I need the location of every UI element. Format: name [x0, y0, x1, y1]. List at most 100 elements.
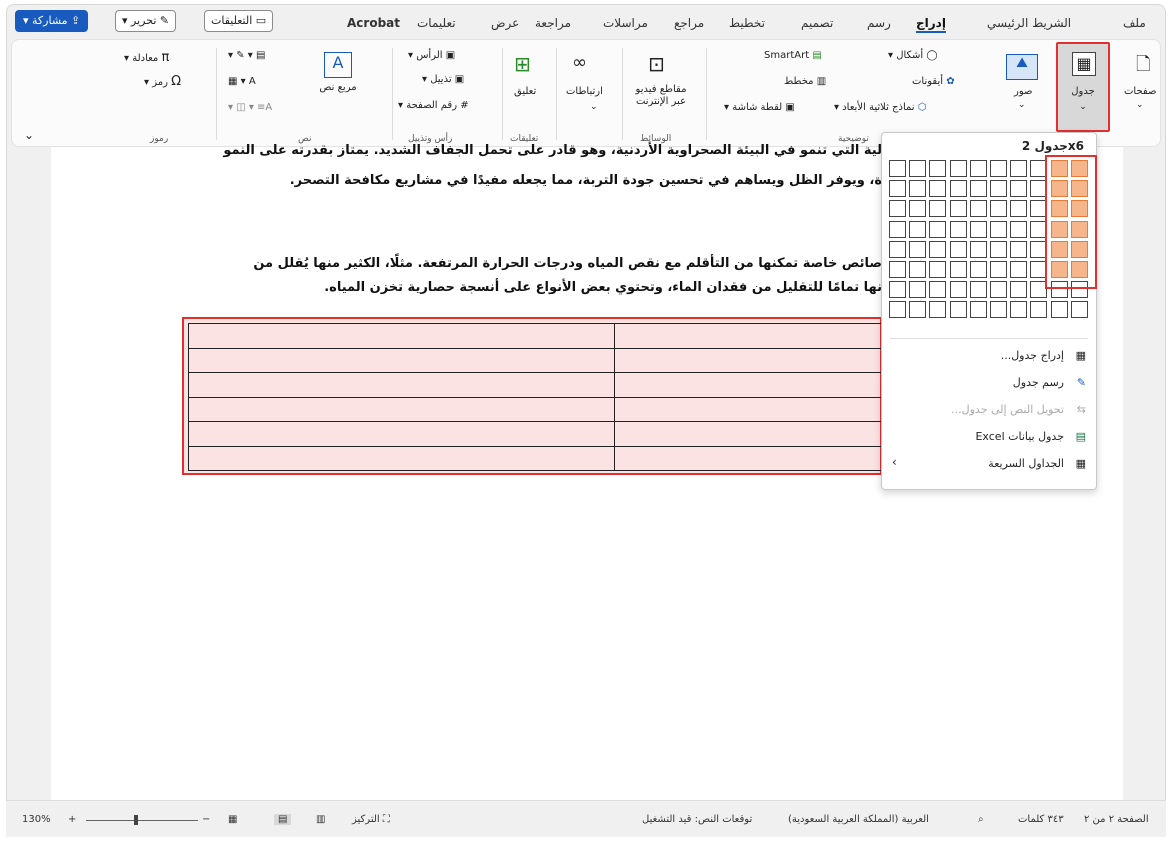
equation-button[interactable]: ▾ معادلة π — [124, 50, 169, 65]
grid-cell[interactable] — [949, 180, 967, 198]
tab-draw[interactable]: رسم — [867, 16, 891, 30]
grid-cell[interactable] — [969, 301, 987, 319]
grid-cell[interactable] — [990, 281, 1007, 299]
links-button[interactable]: ارتباطات — [566, 86, 603, 97]
grid-cell[interactable] — [990, 301, 1007, 319]
grid-cell[interactable] — [889, 220, 906, 238]
text-predictions[interactable]: توقعات النص: قيد التشغيل — [642, 814, 752, 825]
zoom-in-button[interactable]: + — [68, 814, 76, 825]
grid-cell[interactable] — [929, 301, 947, 319]
grid-cell[interactable] — [969, 281, 987, 299]
grid-cell[interactable] — [889, 301, 906, 319]
grid-cell[interactable] — [929, 281, 947, 299]
grid-cell[interactable] — [909, 160, 927, 177]
grid-cell[interactable] — [929, 180, 947, 198]
grid-cell[interactable] — [929, 240, 947, 258]
grid-cell[interactable] — [969, 261, 987, 278]
comment-button[interactable]: تعليق — [514, 86, 536, 97]
tab-references[interactable]: مراجع — [674, 16, 704, 30]
collapse-ribbon-icon[interactable]: ⌄ — [24, 128, 34, 142]
online-video-button[interactable]: مقاطع فيديو عبر الإنترنت — [628, 84, 694, 108]
grid-cell[interactable] — [990, 160, 1007, 177]
grid-cell[interactable] — [889, 281, 906, 299]
grid-cell[interactable] — [929, 220, 947, 238]
grid-cell[interactable] — [990, 220, 1007, 238]
editing-button[interactable]: ▾ تحرير ✎ — [115, 10, 177, 32]
picture-icon[interactable]: ⛰ — [1006, 54, 1038, 80]
excel-table-item[interactable]: ▤ جدول بيانات Excel — [975, 430, 1086, 443]
grid-cell[interactable] — [909, 180, 927, 198]
word-count[interactable]: ٣٤٣ كلمات — [1018, 814, 1064, 825]
grid-cell[interactable] — [990, 180, 1007, 198]
tab-mailings[interactable]: مراسلات — [603, 16, 648, 30]
tab-acrobat[interactable]: Acrobat — [347, 16, 400, 30]
grid-cell[interactable] — [969, 240, 987, 258]
grid-cell[interactable] — [1050, 301, 1068, 319]
grid-cell[interactable] — [969, 220, 987, 238]
grid-cell[interactable] — [969, 200, 987, 218]
grid-cell[interactable] — [990, 200, 1007, 218]
grid-cell[interactable] — [949, 160, 967, 177]
grid-cell[interactable] — [909, 301, 927, 319]
header-button[interactable]: ▾ الرأس ▣ — [408, 50, 455, 61]
grid-cell[interactable] — [1070, 301, 1088, 319]
grid-cell[interactable] — [949, 240, 967, 258]
footer-button[interactable]: ▾ تذييل ▣ — [422, 74, 464, 85]
quick-tables-item[interactable]: ▦ الجداول السريعة — [988, 457, 1086, 470]
smartart-button[interactable]: SmartArt ▤ — [764, 50, 822, 61]
tab-insert[interactable]: إدراج — [916, 16, 946, 33]
video-icon[interactable]: ⊡ — [648, 52, 665, 76]
tab-home[interactable]: الشريط الرئيسي — [987, 16, 1071, 30]
dropcap-button[interactable]: ▾ ◫ ▾ ≡A — [228, 102, 272, 113]
tab-file[interactable]: ملف — [1123, 16, 1146, 30]
focus-button[interactable]: التركيز ⛶ — [352, 814, 390, 825]
grid-cell[interactable] — [889, 180, 906, 198]
grid-cell[interactable] — [949, 281, 967, 299]
grid-cell[interactable] — [1010, 240, 1028, 258]
tab-design[interactable]: تصميم — [801, 16, 833, 30]
grid-cell[interactable] — [929, 160, 947, 177]
symbol-button[interactable]: ▾ رمز Ω — [144, 74, 181, 89]
grid-cell[interactable] — [889, 261, 906, 278]
new-comment-icon[interactable]: ⊞ — [514, 52, 531, 76]
language-status[interactable]: العربية (المملكة العربية السعودية) — [788, 814, 929, 825]
textbox-button[interactable]: مربع نص — [316, 82, 360, 93]
tab-review[interactable]: مراجعة — [535, 16, 571, 30]
grid-cell[interactable] — [1010, 281, 1028, 299]
wordart-button[interactable]: ▦ ▾ A — [228, 76, 256, 87]
comments-button[interactable]: التعليقات ▭ — [204, 10, 274, 32]
grid-cell[interactable] — [969, 180, 987, 198]
grid-cell[interactable] — [969, 160, 987, 177]
grid-cell[interactable] — [1010, 160, 1028, 177]
grid-cell[interactable] — [1030, 301, 1048, 319]
grid-cell[interactable] — [949, 220, 967, 238]
zoom-level[interactable]: 130% — [22, 814, 51, 825]
page-indicator[interactable]: الصفحة ٢ من ٢ — [1084, 814, 1149, 825]
read-mode-icon[interactable]: ▥ — [316, 814, 325, 825]
table-button[interactable]: ▦ جدول ⌄ — [1056, 42, 1110, 132]
grid-cell[interactable] — [949, 301, 967, 319]
page-number-button[interactable]: ▾ رقم الصفحة # — [398, 100, 469, 111]
grid-cell[interactable] — [889, 160, 906, 177]
web-layout-icon[interactable]: ▦ — [228, 814, 237, 825]
textbox-icon[interactable]: A — [324, 52, 352, 78]
share-button[interactable]: ▾ مشاركة ⇪ — [15, 10, 89, 32]
chart-button[interactable]: مخطط ▥ — [784, 76, 826, 87]
grid-cell[interactable] — [909, 281, 927, 299]
inserted-table-preview[interactable] — [182, 317, 888, 475]
grid-cell[interactable] — [1010, 220, 1028, 238]
tab-layout[interactable]: تخطيط — [729, 16, 765, 30]
grid-cell[interactable] — [1010, 301, 1028, 319]
grid-cell[interactable] — [909, 261, 927, 278]
icons-button[interactable]: أيقونات ✿ — [912, 76, 955, 87]
zoom-slider[interactable] — [86, 820, 198, 821]
print-layout-icon[interactable]: ▤ — [274, 814, 292, 825]
proofing-icon[interactable]: ⌕ — [978, 814, 984, 825]
grid-cell[interactable] — [1010, 180, 1028, 198]
zoom-out-button[interactable]: − — [202, 814, 210, 825]
grid-cell[interactable] — [889, 240, 906, 258]
grid-cell[interactable] — [889, 200, 906, 218]
shapes-button[interactable]: ▾ أشكال ◯ — [888, 50, 938, 61]
pages-icon[interactable]: 🗋 — [1136, 52, 1150, 82]
grid-cell[interactable] — [909, 240, 927, 258]
